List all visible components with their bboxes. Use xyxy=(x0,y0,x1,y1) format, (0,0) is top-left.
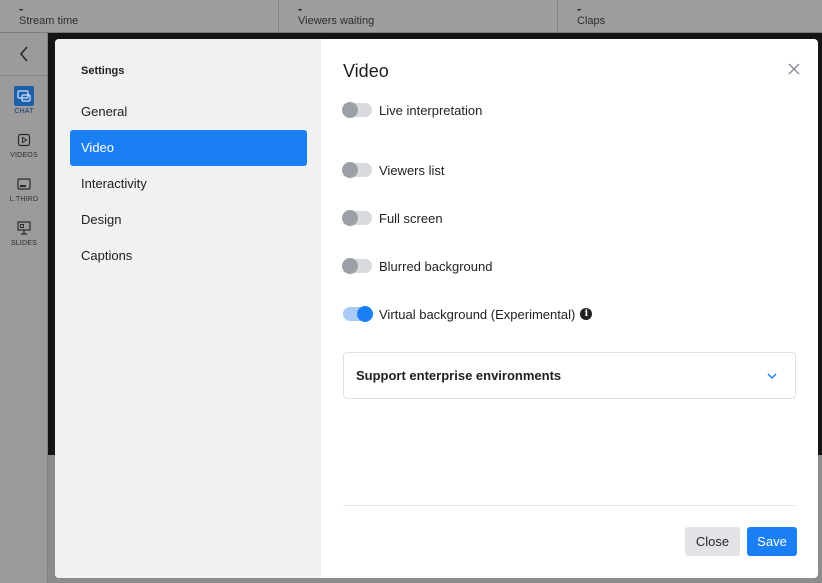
blurred-background-toggle[interactable] xyxy=(342,258,372,274)
toggle-knob xyxy=(342,258,358,274)
lower-third-icon xyxy=(14,174,34,194)
stat-label: Viewers waiting xyxy=(298,15,375,27)
option-label: Viewers list xyxy=(379,162,445,178)
stat-viewers-waiting: - Viewers waiting xyxy=(279,0,558,33)
option-blurred-background: Blurred background xyxy=(342,242,796,290)
rail-item-label: CHAT xyxy=(14,108,34,115)
close-button[interactable]: Close xyxy=(685,527,740,556)
stat-value: - xyxy=(577,1,582,16)
toggle-knob xyxy=(342,162,358,178)
rail-item-slides[interactable]: SLIDES xyxy=(0,208,48,252)
modal-footer: Close Save xyxy=(685,527,797,556)
settings-nav-design[interactable]: Design xyxy=(70,202,307,238)
support-enterprise-accordion[interactable]: Support enterprise environments xyxy=(343,352,796,399)
stat-label: Stream time xyxy=(19,15,79,27)
toggle-knob xyxy=(342,102,358,118)
settings-modal: Settings General Video Interactivity Des… xyxy=(55,39,818,578)
footer-divider xyxy=(343,505,796,506)
chevron-down-icon xyxy=(767,373,777,379)
settings-nav-captions[interactable]: Captions xyxy=(70,238,307,274)
full-screen-toggle[interactable] xyxy=(342,210,372,226)
virtual-background-toggle[interactable] xyxy=(343,306,373,322)
option-label: Full screen xyxy=(379,210,443,226)
stat-claps: - Claps xyxy=(558,0,822,33)
slides-icon xyxy=(14,218,34,238)
option-live-interpretation: Live interpretation xyxy=(342,98,796,122)
option-label: Blurred background xyxy=(379,258,493,274)
video-options: Live interpretation Viewers list Full sc… xyxy=(342,98,796,338)
rail-item-label: VIDEOS xyxy=(10,152,38,159)
page-title: Video xyxy=(343,61,389,81)
side-rail: CHAT VIDEOS L.THIRD SLIDES xyxy=(0,33,48,583)
save-button[interactable]: Save xyxy=(747,527,797,556)
live-interpretation-toggle[interactable] xyxy=(342,102,372,118)
settings-title: Settings xyxy=(81,65,125,77)
stat-value: - xyxy=(19,1,24,16)
chat-icon xyxy=(14,86,34,106)
video-icon xyxy=(14,130,34,150)
accordion-label: Support enterprise environments xyxy=(356,368,562,383)
option-virtual-background: Virtual background (Experimental) i xyxy=(343,290,796,338)
close-icon[interactable] xyxy=(788,63,800,75)
back-button[interactable] xyxy=(0,33,47,76)
stat-value: - xyxy=(298,1,303,16)
settings-nav-video[interactable]: Video xyxy=(70,130,307,166)
rail-item-videos[interactable]: VIDEOS xyxy=(0,120,48,164)
option-viewers-list: Viewers list xyxy=(342,146,796,194)
rail-item-chat[interactable]: CHAT xyxy=(0,76,48,120)
info-icon[interactable]: i xyxy=(580,308,593,320)
settings-nav-interactivity[interactable]: Interactivity xyxy=(70,166,307,202)
rail-item-lower-third[interactable]: L.THIRD xyxy=(0,164,48,208)
settings-content: Video Live interpretation Viewers list F… xyxy=(321,39,818,578)
chevron-left-icon xyxy=(19,46,28,62)
option-label: Live interpretation xyxy=(379,102,483,118)
stat-stream-time: - Stream time xyxy=(0,0,279,33)
toggle-knob xyxy=(357,306,373,322)
viewers-list-toggle[interactable] xyxy=(342,162,372,178)
settings-nav-general[interactable]: General xyxy=(70,94,307,130)
rail-item-label: SLIDES xyxy=(10,240,38,247)
option-label: Virtual background (Experimental) xyxy=(379,306,576,322)
stats-bar: - Stream time - Viewers waiting - Claps xyxy=(0,0,822,33)
toggle-knob xyxy=(342,210,358,226)
settings-sidebar: Settings General Video Interactivity Des… xyxy=(55,39,321,578)
rail-item-label: L.THIRD xyxy=(9,196,39,203)
stat-label: Claps xyxy=(577,15,606,27)
option-full-screen: Full screen xyxy=(342,194,796,242)
